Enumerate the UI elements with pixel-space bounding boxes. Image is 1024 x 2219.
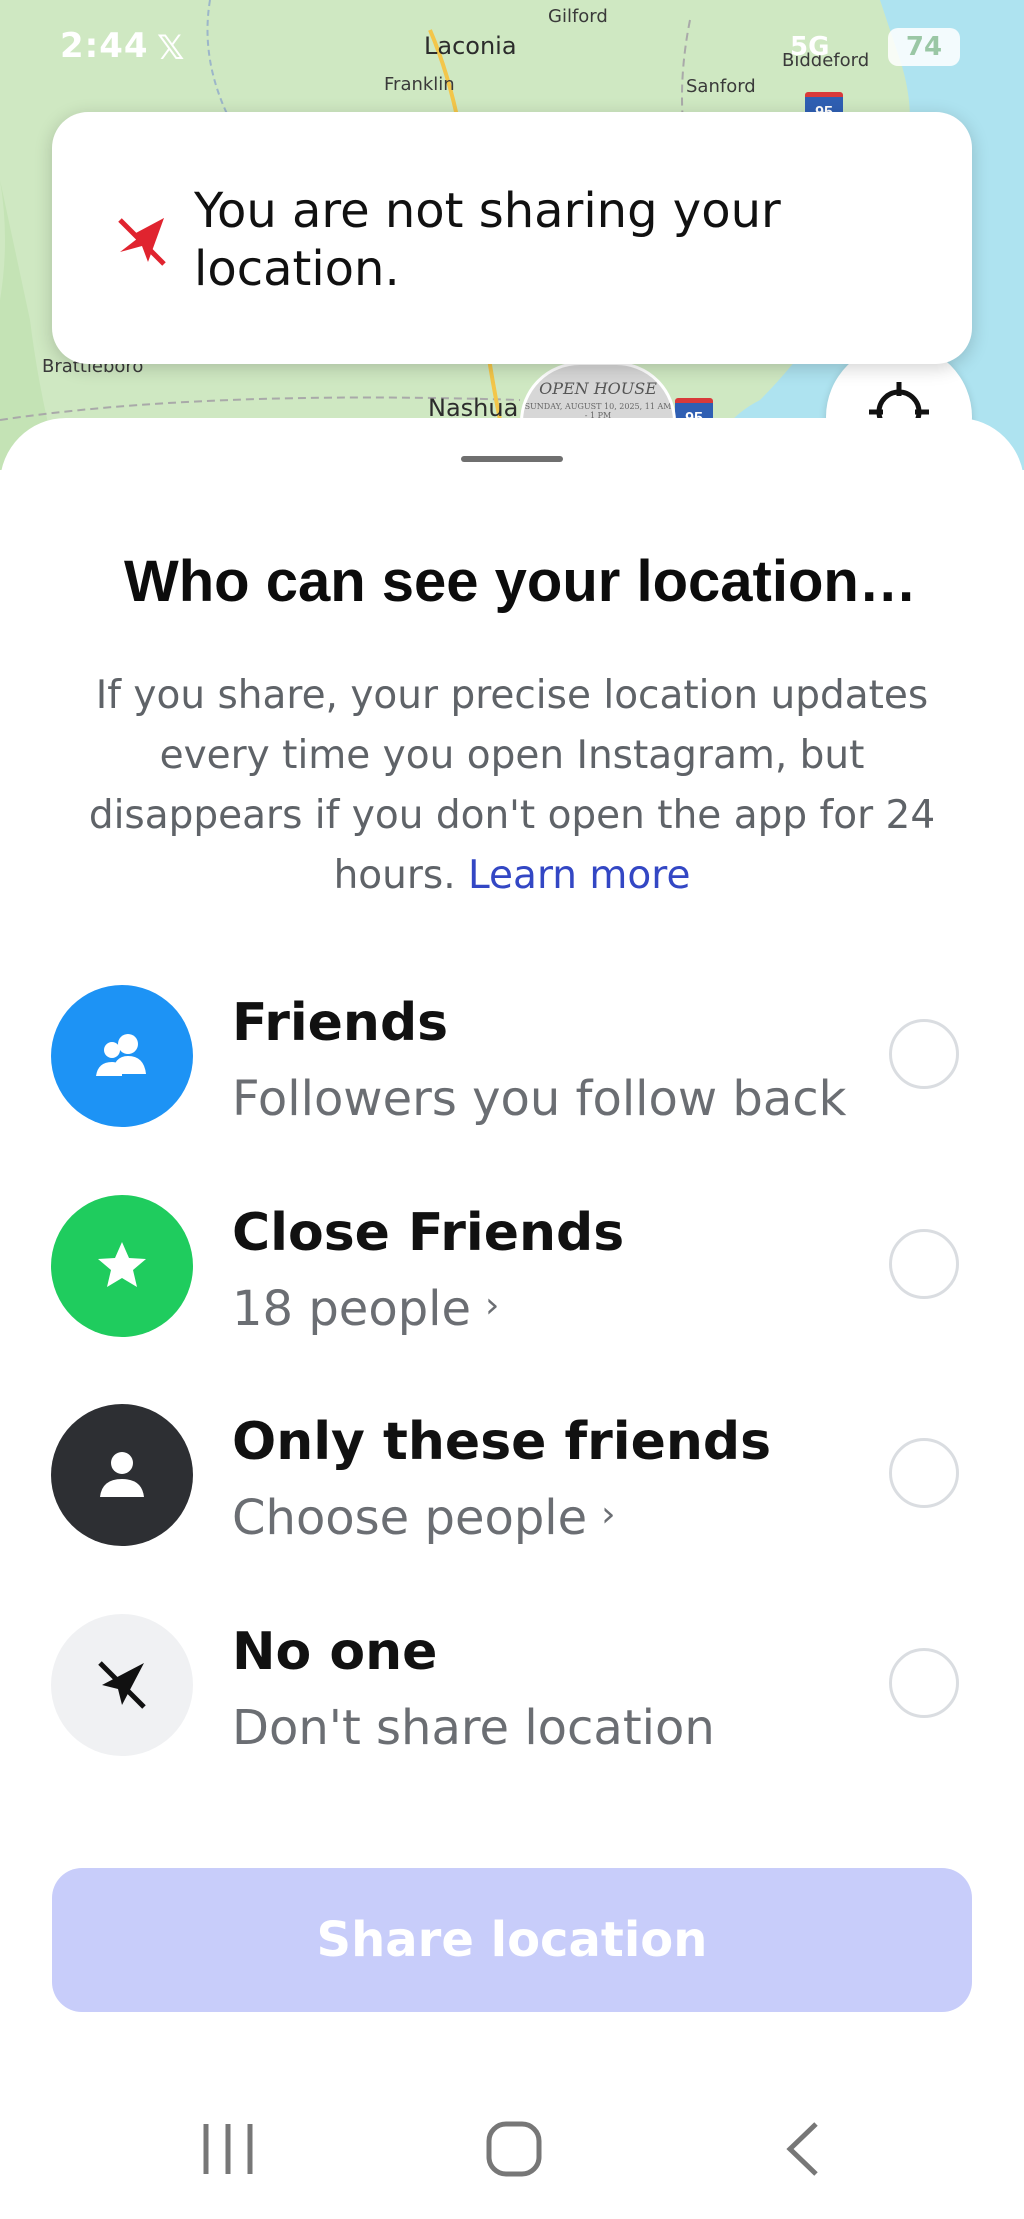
sheet-description: If you share, your precise location upda… bbox=[60, 666, 964, 906]
option-subtitle: Don't share location bbox=[232, 1700, 715, 1756]
sheet-title: Who can see your location… bbox=[124, 549, 917, 614]
close-friends-icon-circle bbox=[51, 1195, 193, 1337]
system-nav-bar bbox=[0, 2080, 1024, 2219]
network-indicator: 5G bbox=[790, 32, 830, 62]
toast-message: You are not sharing your location. bbox=[194, 183, 781, 297]
option-subtitle-text: 18 people bbox=[232, 1281, 472, 1337]
recent-apps-icon[interactable] bbox=[200, 2118, 256, 2180]
share-location-button[interactable]: Share location bbox=[52, 1868, 972, 2012]
location-sharing-sheet: Who can see your location… If you share,… bbox=[0, 418, 1024, 2219]
location-off-icon bbox=[118, 218, 166, 266]
radio-only-these-friends[interactable] bbox=[889, 1438, 959, 1508]
learn-more-link[interactable]: Learn more bbox=[468, 853, 690, 898]
person-icon bbox=[100, 1452, 144, 1497]
option-subtitle[interactable]: 18 people › bbox=[232, 1281, 499, 1337]
people-icon bbox=[96, 1034, 146, 1076]
option-only-these-friends[interactable]: Only these friends Choose people › bbox=[0, 1404, 1024, 1564]
not-sharing-toast: You are not sharing your location. bbox=[52, 112, 972, 364]
option-subtitle[interactable]: Choose people › bbox=[232, 1490, 616, 1546]
star-icon bbox=[98, 1242, 146, 1287]
option-label: Friends bbox=[232, 993, 449, 1053]
x-notification-icon: 𝕏 bbox=[157, 28, 185, 68]
friends-icon-circle bbox=[51, 985, 193, 1127]
status-time: 2:44 bbox=[60, 26, 149, 66]
radio-no-one[interactable] bbox=[889, 1648, 959, 1718]
open-house-title: OPEN HOUSE bbox=[539, 379, 657, 398]
option-label: Close Friends bbox=[232, 1203, 625, 1263]
only-these-friends-icon-circle bbox=[51, 1404, 193, 1546]
radio-friends[interactable] bbox=[889, 1019, 959, 1089]
no-one-icon-circle bbox=[51, 1614, 193, 1756]
back-icon[interactable] bbox=[780, 2118, 824, 2180]
home-icon[interactable] bbox=[484, 2118, 544, 2180]
option-close-friends[interactable]: Close Friends 18 people › bbox=[0, 1195, 1024, 1355]
sheet-drag-handle[interactable] bbox=[461, 456, 563, 462]
option-subtitle-text: Followers you follow back bbox=[232, 1071, 847, 1127]
location-off-icon bbox=[98, 1661, 146, 1709]
option-friends[interactable]: Friends Followers you follow back bbox=[0, 985, 1024, 1145]
option-label: Only these friends bbox=[232, 1412, 772, 1472]
option-no-one[interactable]: No one Don't share location bbox=[0, 1614, 1024, 1774]
chevron-right-icon: › bbox=[485, 1285, 500, 1326]
radio-close-friends[interactable] bbox=[889, 1229, 959, 1299]
option-subtitle-text: Choose people bbox=[232, 1490, 588, 1546]
chevron-right-icon: › bbox=[601, 1494, 616, 1535]
option-label: No one bbox=[232, 1622, 438, 1682]
status-bar: 2:44 𝕏 5G 74 bbox=[0, 0, 1024, 96]
option-subtitle: Followers you follow back bbox=[232, 1071, 846, 1127]
option-subtitle-text: Don't share location bbox=[232, 1700, 715, 1756]
battery-indicator: 74 bbox=[888, 28, 960, 66]
